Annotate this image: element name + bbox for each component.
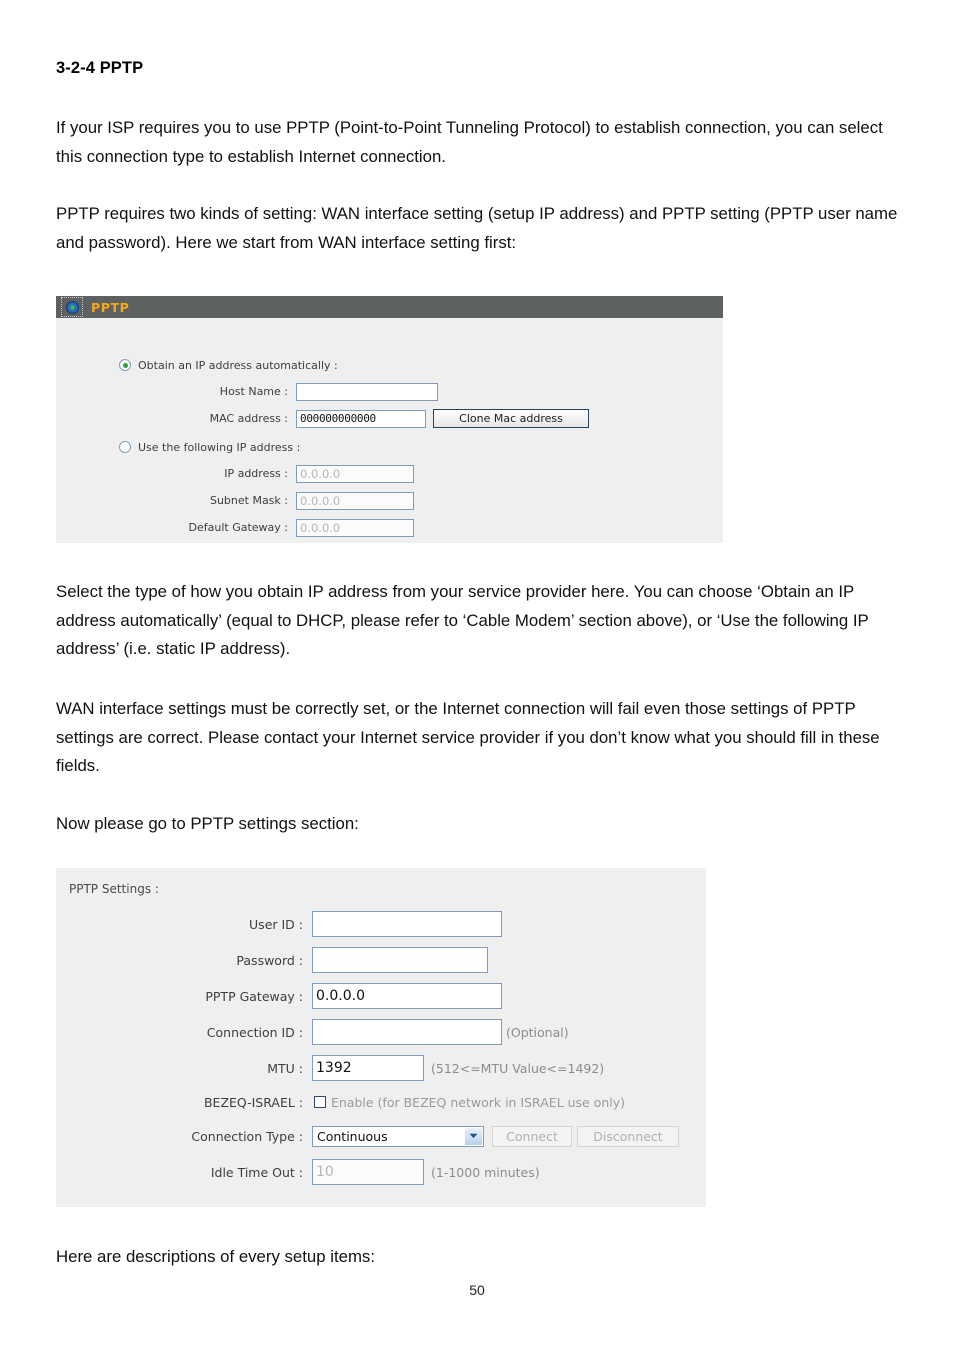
bezeq-enable-checkbox[interactable] bbox=[314, 1096, 326, 1108]
radio-static-indicator[interactable] bbox=[119, 441, 131, 453]
pptp-settings-label: PPTP Settings : bbox=[69, 882, 159, 896]
subnet-mask-label: Subnet Mask : bbox=[209, 494, 288, 507]
field-row-connection-id: Connection ID : (Optional) bbox=[56, 1014, 706, 1050]
paragraph-select-type: Select the type of how you obtain IP add… bbox=[56, 582, 869, 659]
field-row-bezeq-israel: BEZEQ-ISRAEL : Enable (for BEZEQ network… bbox=[56, 1086, 706, 1118]
mtu-input[interactable]: 1392 bbox=[312, 1055, 424, 1081]
pptp-gateway-input[interactable]: 0.0.0.0 bbox=[312, 983, 502, 1009]
wan-settings-body: Obtain an IP address automatically : Hos… bbox=[56, 318, 723, 541]
connection-id-hint: (Optional) bbox=[506, 1024, 569, 1040]
field-row-user-id: User ID : bbox=[56, 906, 706, 942]
host-name-label: Host Name : bbox=[219, 385, 288, 398]
paragraph-goto-pptp: Now please go to PPTP settings section: bbox=[56, 814, 359, 833]
idle-time-out-input[interactable]: 10 bbox=[312, 1159, 424, 1185]
pptp-gateway-label: PPTP Gateway : bbox=[205, 988, 303, 1004]
field-row-mtu: MTU : 1392 (512<=MTU Value<=1492) bbox=[56, 1050, 706, 1086]
field-row-host-name: Host Name : bbox=[56, 378, 723, 405]
field-row-pptp-gateway: PPTP Gateway : 0.0.0.0 bbox=[56, 978, 706, 1014]
page-number: 50 bbox=[469, 1282, 485, 1298]
connection-id-label: Connection ID : bbox=[206, 1024, 303, 1040]
paragraph-descriptions: Here are descriptions of every setup ite… bbox=[56, 1247, 375, 1266]
user-id-input[interactable] bbox=[312, 911, 502, 937]
default-gateway-input[interactable]: 0.0.0.0 bbox=[296, 518, 414, 537]
radio-use-following-ip[interactable]: Use the following IP address : bbox=[56, 434, 723, 460]
pptp-settings-body: User ID : Password : PPTP Gateway : 0.0.… bbox=[56, 906, 706, 1190]
idle-time-out-label: Idle Time Out : bbox=[210, 1164, 303, 1180]
document-page: 3-2-4 PPTP If your ISP requires you to u… bbox=[0, 0, 954, 1350]
pptp-status-icon bbox=[61, 297, 83, 317]
mtu-hint: (512<=MTU Value<=1492) bbox=[431, 1060, 605, 1076]
mac-address-input[interactable]: 000000000000 bbox=[296, 409, 426, 428]
wan-settings-panel: PPTP Obtain an IP address automatically … bbox=[56, 296, 723, 543]
connection-type-value: Continuous bbox=[317, 1128, 388, 1144]
field-row-password: Password : bbox=[56, 942, 706, 978]
field-row-default-gateway: Default Gateway : 0.0.0.0 bbox=[56, 514, 723, 541]
idle-time-out-hint: (1-1000 minutes) bbox=[431, 1164, 540, 1180]
connection-type-select[interactable]: Continuous bbox=[312, 1125, 484, 1147]
user-id-label: User ID : bbox=[249, 916, 303, 932]
ip-address-label: IP address : bbox=[224, 467, 288, 480]
subnet-mask-input[interactable]: 0.0.0.0 bbox=[296, 491, 414, 510]
mtu-label: MTU : bbox=[267, 1060, 303, 1076]
field-row-connection-type: Connection Type : Continuous Connect Dis… bbox=[56, 1118, 706, 1154]
chevron-down-icon[interactable] bbox=[464, 1127, 482, 1145]
radio-static-label: Use the following IP address : bbox=[138, 440, 301, 454]
bezeq-israel-label: BEZEQ-ISRAEL : bbox=[203, 1094, 303, 1110]
radio-obtain-ip-automatically[interactable]: Obtain an IP address automatically : bbox=[56, 352, 723, 378]
paragraph-requirements: PPTP requires two kinds of setting: WAN … bbox=[56, 204, 898, 252]
paragraph-intro: If your ISP requires you to use PPTP (Po… bbox=[56, 118, 883, 166]
ip-address-input[interactable]: 0.0.0.0 bbox=[296, 464, 414, 483]
host-name-input[interactable] bbox=[296, 382, 438, 401]
clone-mac-address-button[interactable]: Clone Mac address bbox=[433, 409, 589, 428]
default-gateway-label: Default Gateway : bbox=[188, 521, 288, 534]
pptp-settings-panel: PPTP Settings : User ID : Password : PPT… bbox=[56, 868, 706, 1207]
page-title: 3-2-4 PPTP bbox=[56, 59, 144, 77]
paragraph-wan-warning: WAN interface settings must be correctly… bbox=[56, 699, 880, 776]
connection-id-input[interactable] bbox=[312, 1019, 502, 1045]
field-row-idle-time-out: Idle Time Out : 10 (1-1000 minutes) bbox=[56, 1154, 706, 1190]
panel-title-bar: PPTP bbox=[56, 296, 723, 318]
panel-title-label: PPTP bbox=[91, 299, 130, 315]
disconnect-button[interactable]: Disconnect bbox=[577, 1125, 679, 1147]
connect-button[interactable]: Connect bbox=[492, 1125, 572, 1147]
field-row-ip-address: IP address : 0.0.0.0 bbox=[56, 460, 723, 487]
mac-address-label: MAC address : bbox=[209, 412, 288, 425]
field-row-mac-address: MAC address : 000000000000 Clone Mac add… bbox=[56, 405, 723, 432]
connection-type-label: Connection Type : bbox=[191, 1128, 303, 1144]
bezeq-enable-label: Enable (for BEZEQ network in ISRAEL use … bbox=[331, 1094, 626, 1110]
password-label: Password : bbox=[236, 952, 303, 968]
radio-auto-label: Obtain an IP address automatically : bbox=[138, 358, 338, 372]
password-input[interactable] bbox=[312, 947, 488, 973]
radio-auto-indicator[interactable] bbox=[119, 359, 131, 371]
field-row-subnet-mask: Subnet Mask : 0.0.0.0 bbox=[56, 487, 723, 514]
